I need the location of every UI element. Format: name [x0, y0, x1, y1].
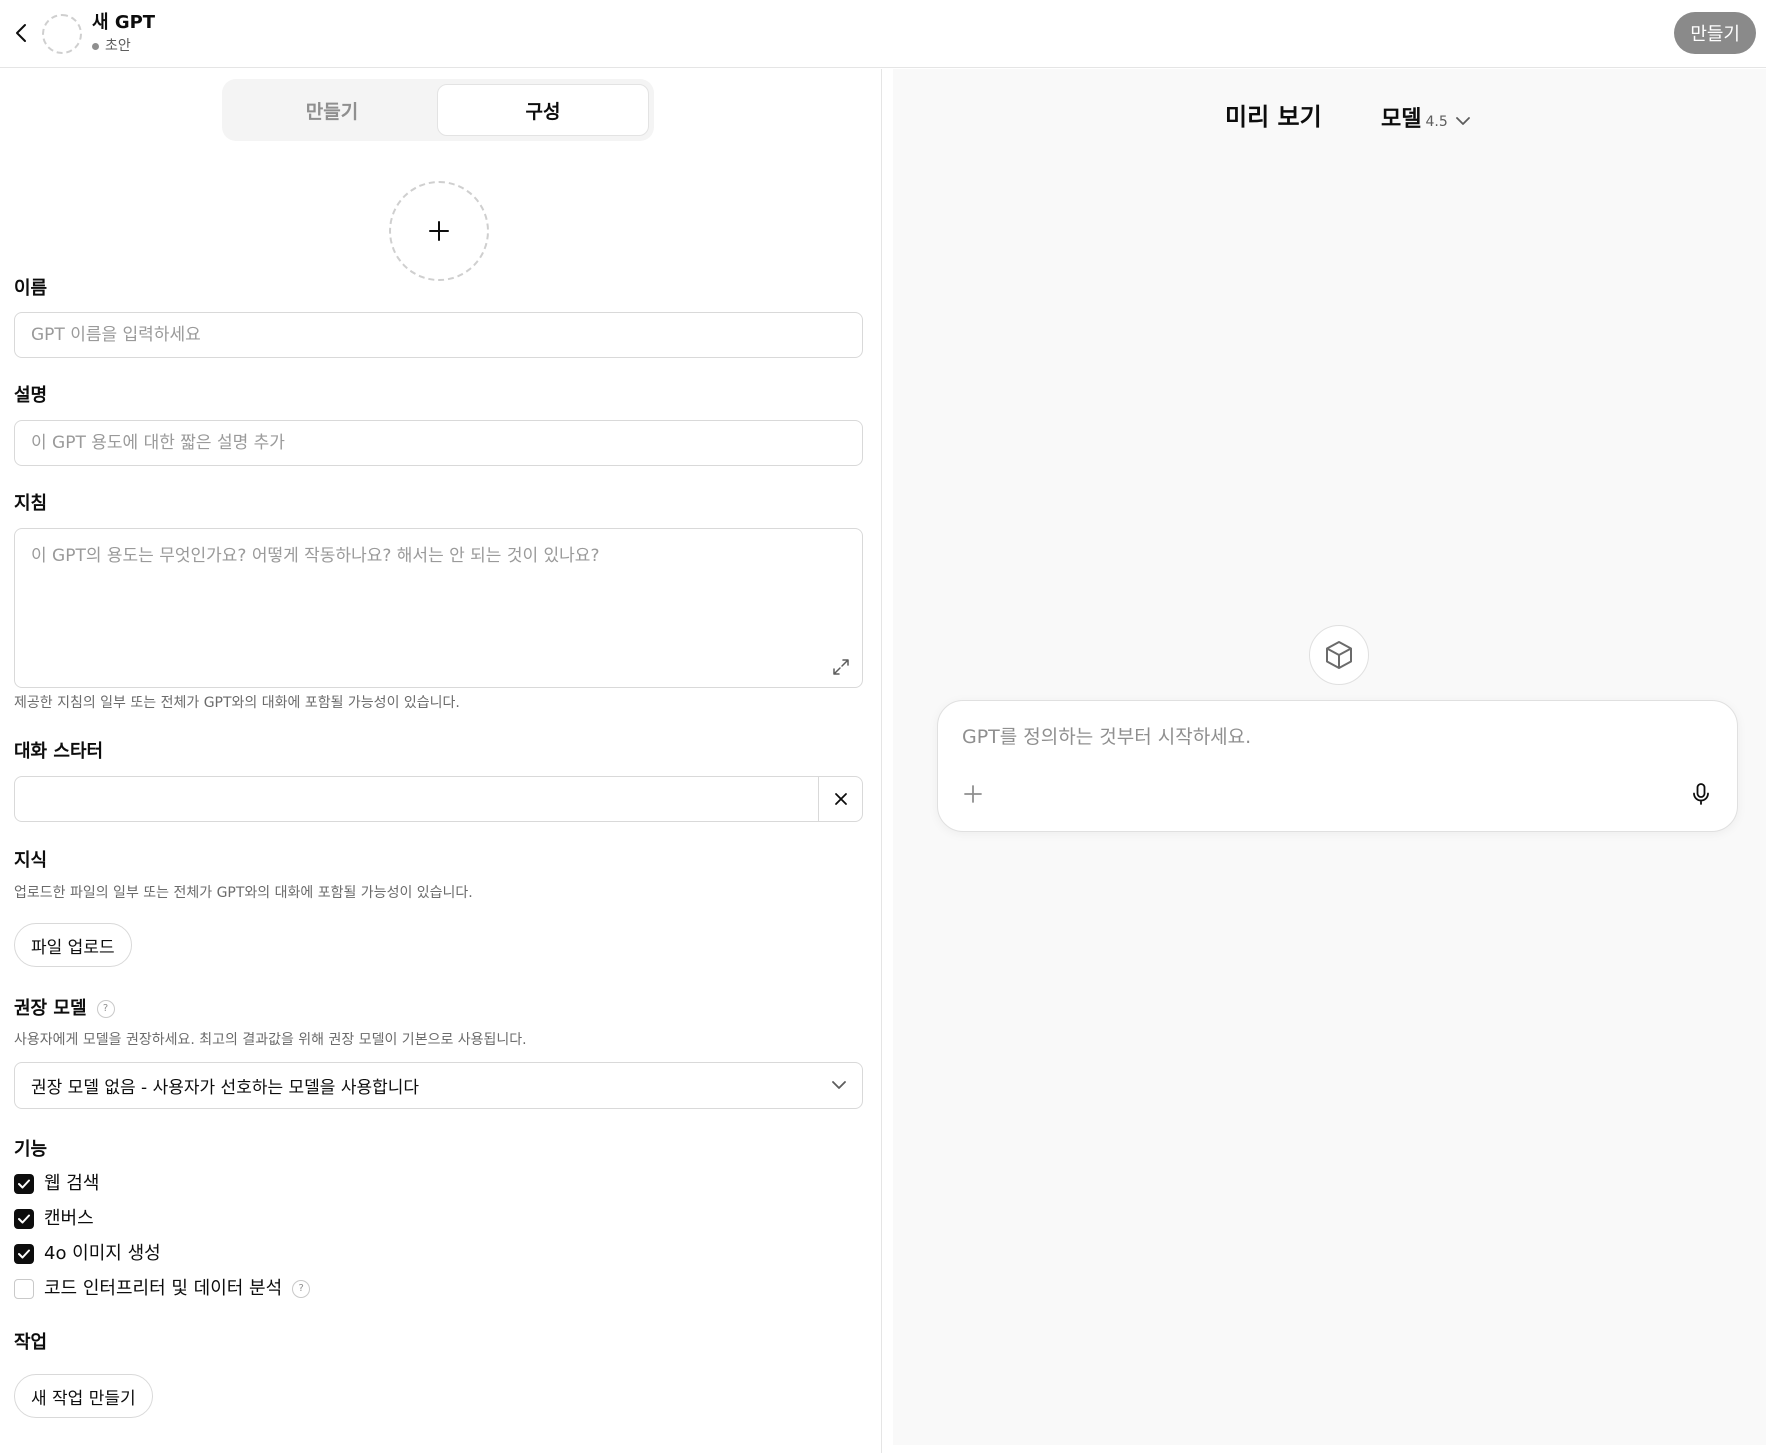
model-version: 4.5	[1425, 114, 1448, 130]
check-icon	[18, 1249, 30, 1259]
starter-row	[14, 776, 863, 822]
preview-area: 미리 보기 모델 4.5	[893, 69, 1766, 1445]
gpt-title: 새 GPT	[92, 12, 156, 33]
instructions-label: 지침	[14, 493, 48, 514]
microphone-button[interactable]	[1689, 781, 1713, 807]
status-dot-icon	[92, 42, 99, 50]
expand-icon[interactable]	[832, 658, 850, 676]
recommended-model-help: 사용자에게 모델을 권장하세요. 최고의 결과값을 위해 권장 모델이 기본으로…	[14, 1032, 527, 1048]
chevron-down-icon	[1455, 117, 1470, 125]
preview-title: 미리 보기	[1225, 103, 1322, 131]
capability-code-interpreter[interactable]: 코드 인터프리터 및 데이터 분석 ?	[14, 1277, 311, 1301]
check-icon	[18, 1179, 30, 1189]
description-label: 설명	[14, 385, 48, 406]
checkbox-checked[interactable]	[14, 1209, 34, 1229]
tab-configure[interactable]: 구성	[437, 84, 649, 136]
model-selector[interactable]: 모델 4.5	[1381, 101, 1470, 133]
checkbox-checked[interactable]	[14, 1174, 34, 1194]
gpt-cube-avatar	[1309, 625, 1369, 685]
capability-web-search[interactable]: 웹 검색	[14, 1172, 99, 1196]
gpt-avatar-placeholder	[42, 14, 82, 54]
capability-label: 캔버스	[44, 1208, 94, 1229]
instructions-textarea[interactable]	[14, 528, 863, 688]
recommended-model-label-row: 권장 모델?	[14, 997, 115, 1021]
top-header: 새 GPT 초안 만들기	[0, 0, 1766, 68]
capability-image-generation[interactable]: 4o 이미지 생성	[14, 1242, 161, 1266]
capabilities-label: 기능	[14, 1139, 48, 1160]
chevron-down-icon	[832, 1081, 846, 1089]
config-panel: 만들기 구성 이름 설명 지침 제공한 지침의 일부 또는 전체가 GPT와의 …	[0, 69, 882, 1453]
plus-icon	[964, 785, 982, 803]
description-input[interactable]	[14, 420, 863, 466]
mode-tabs: 만들기 구성	[222, 79, 654, 141]
preview-composer	[937, 700, 1738, 832]
starter-clear-button[interactable]	[818, 777, 862, 821]
capability-label: 코드 인터프리터 및 데이터 분석	[44, 1278, 283, 1299]
tab-create[interactable]: 만들기	[227, 84, 437, 136]
chevron-left-icon	[16, 24, 26, 42]
capability-label: 4o 이미지 생성	[44, 1243, 161, 1264]
checkbox-unchecked[interactable]	[14, 1279, 34, 1299]
title-block: 새 GPT 초안	[92, 12, 155, 56]
checkbox-checked[interactable]	[14, 1244, 34, 1264]
draft-status: 초안	[92, 36, 155, 56]
image-upload-button[interactable]	[389, 181, 489, 281]
selected-model-text: 권장 모델 없음 - 사용자가 선호하는 모델을 사용합니다	[31, 1078, 420, 1098]
plus-icon	[429, 221, 449, 241]
create-button[interactable]: 만들기	[1674, 12, 1756, 54]
name-label: 이름	[14, 278, 48, 299]
recommended-model-select[interactable]: 권장 모델 없음 - 사용자가 선호하는 모델을 사용합니다	[14, 1062, 863, 1109]
cube-icon	[1326, 641, 1352, 669]
help-icon[interactable]: ?	[96, 1000, 115, 1018]
capability-label: 웹 검색	[44, 1173, 100, 1194]
knowledge-help: 업로드한 파일의 일부 또는 전체가 GPT와의 대화에 포함될 가능성이 있습…	[14, 885, 473, 901]
recommended-model-label: 권장 모델	[14, 998, 87, 1019]
help-icon[interactable]: ?	[292, 1280, 311, 1298]
instructions-help: 제공한 지침의 일부 또는 전체가 GPT와의 대화에 포함될 가능성이 있습니…	[14, 695, 460, 711]
close-icon	[834, 793, 847, 805]
microphone-icon	[1693, 783, 1709, 805]
back-button[interactable]	[10, 20, 32, 46]
preview-panel: 미리 보기 모델 4.5	[883, 69, 1766, 1453]
upload-file-button[interactable]: 파일 업로드	[14, 923, 132, 967]
starters-label: 대화 스타터	[14, 741, 104, 762]
starter-input[interactable]	[15, 777, 818, 821]
name-input[interactable]	[14, 312, 863, 358]
capability-canvas[interactable]: 캔버스	[14, 1207, 94, 1231]
model-label: 모델	[1381, 107, 1422, 132]
actions-label: 작업	[14, 1332, 48, 1353]
composer-input[interactable]	[962, 721, 1702, 753]
status-text: 초안	[105, 38, 131, 54]
composer-add-button[interactable]	[962, 783, 984, 805]
create-action-button[interactable]: 새 작업 만들기	[14, 1374, 153, 1418]
check-icon	[18, 1214, 30, 1224]
knowledge-label: 지식	[14, 850, 48, 871]
